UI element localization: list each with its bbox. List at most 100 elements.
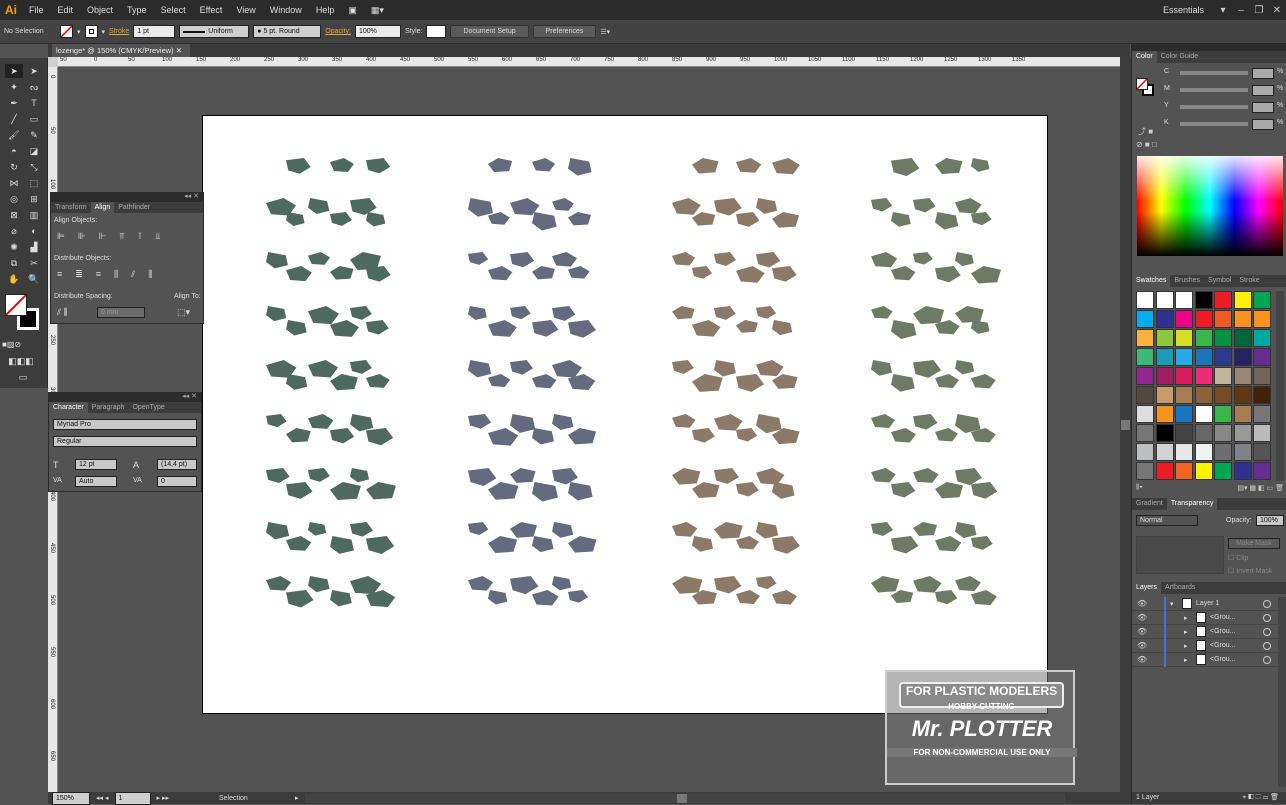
swatch[interactable] — [1136, 443, 1154, 461]
visibility-icon[interactable]: 👁 — [1137, 655, 1147, 664]
lozenge-shape[interactable] — [552, 360, 583, 378]
lozenge-shape[interactable] — [913, 414, 938, 430]
swatch[interactable] — [1175, 424, 1193, 442]
lozenge-shape[interactable] — [266, 522, 290, 540]
hand-tool-icon[interactable]: ✋ — [5, 272, 23, 286]
lozenge-shape[interactable] — [692, 482, 720, 499]
slice-tool-icon[interactable]: ✂ — [25, 256, 43, 270]
layers-footer-icons[interactable]: ⌖ ◧ ⬚ ▭ 🗑 — [1242, 792, 1279, 804]
group-name[interactable]: <Grou... — [1210, 614, 1235, 621]
tab-transform[interactable]: Transform — [51, 202, 91, 213]
lozenge-shape[interactable] — [871, 522, 894, 537]
lozenge-shape[interactable] — [308, 306, 340, 325]
target-icon[interactable] — [1263, 600, 1271, 608]
lozenge-shape[interactable] — [955, 252, 974, 267]
lozenge-shape[interactable] — [672, 360, 694, 374]
swatch[interactable] — [1253, 443, 1271, 461]
lozenge-shape[interactable] — [756, 522, 779, 539]
lozenge-shape[interactable] — [350, 414, 374, 432]
tab-artboards[interactable]: Artboards — [1161, 582, 1199, 594]
clip-checkbox[interactable]: ☐ Clip — [1228, 554, 1248, 562]
lozenge-shape[interactable] — [286, 266, 312, 282]
swatch[interactable] — [1194, 405, 1213, 423]
swatch[interactable] — [1136, 291, 1154, 309]
lozenge-shape[interactable] — [488, 320, 517, 337]
swatch[interactable] — [1155, 367, 1174, 385]
lozenge-shape[interactable] — [366, 212, 386, 227]
lozenge-shape[interactable] — [772, 266, 797, 282]
lozenge-shape[interactable] — [350, 468, 370, 483]
make-mask-button[interactable]: Make Mask — [1228, 538, 1280, 549]
swatch[interactable] — [1194, 367, 1213, 385]
lozenge-shape[interactable] — [468, 468, 497, 487]
swatch[interactable] — [1214, 291, 1232, 309]
lozenge-shape[interactable] — [772, 320, 793, 336]
swatch[interactable] — [1136, 405, 1154, 423]
lozenge-shape[interactable] — [692, 212, 716, 226]
close-tab-icon[interactable]: ✕ — [176, 46, 182, 55]
lozenge-shape[interactable] — [308, 576, 330, 593]
lozenge-shape[interactable] — [714, 468, 739, 484]
swatch[interactable] — [1155, 310, 1174, 328]
lozenge-shape[interactable] — [935, 428, 958, 442]
lozenge-shape[interactable] — [772, 158, 800, 175]
artboard-tool-icon[interactable]: ⧉ — [5, 256, 23, 270]
spacing-field[interactable]: 0 mm — [97, 307, 145, 318]
lozenge-shape[interactable] — [366, 536, 395, 554]
direct-selection-tool-icon[interactable]: ➤ — [25, 64, 43, 78]
lozenge-shape[interactable] — [510, 414, 536, 433]
lozenge-shape[interactable] — [286, 374, 308, 390]
lozenge-shape[interactable] — [955, 522, 977, 539]
lozenge-shape[interactable] — [488, 536, 518, 553]
swatch[interactable] — [1194, 291, 1213, 309]
artboard-navigation[interactable]: 1 — [114, 791, 151, 805]
zoom-tool-icon[interactable]: 🔍 — [25, 272, 43, 286]
lozenge-shape[interactable] — [488, 590, 508, 605]
lozenge-shape[interactable] — [672, 522, 698, 537]
swatch[interactable] — [1253, 291, 1271, 309]
screen-mode-icon[interactable]: ▭ — [14, 370, 32, 384]
swatch[interactable] — [1233, 462, 1252, 480]
lozenge-shape[interactable] — [266, 414, 287, 428]
vertical-scrollbar[interactable] — [1120, 57, 1131, 792]
lozenge-shape[interactable] — [488, 482, 519, 500]
swatch[interactable] — [1214, 386, 1232, 404]
lozenge-shape[interactable] — [468, 252, 489, 265]
fill-swatch[interactable] — [60, 25, 73, 38]
tracking-field[interactable]: 0 — [157, 476, 197, 487]
layer-name[interactable]: Layer 1 — [1196, 600, 1219, 607]
expand-icon[interactable]: ▸ — [1184, 614, 1188, 622]
lozenge-shape[interactable] — [756, 576, 777, 590]
swatch[interactable] — [1136, 367, 1154, 385]
lozenge-shape[interactable] — [468, 306, 487, 321]
horizontal-ruler[interactable]: 50 0 50 100 150 200 250 300 350 400 450 500 550 600 65… — [58, 57, 1120, 67]
lozenge-shape[interactable] — [330, 374, 358, 391]
expand-icon[interactable]: ▾ — [1170, 600, 1174, 608]
lozenge-shape[interactable] — [714, 306, 736, 320]
lozenge-shape[interactable] — [308, 468, 330, 482]
lozenge-shape[interactable] — [286, 212, 305, 226]
group-name[interactable]: <Grou... — [1210, 642, 1235, 649]
swatch[interactable] — [1253, 310, 1271, 328]
paintbrush-icon[interactable]: 🖌 — [5, 128, 23, 142]
lozenge-shape[interactable] — [955, 414, 981, 434]
swatch[interactable] — [1155, 329, 1174, 347]
lozenge-shape[interactable] — [672, 198, 701, 215]
lozenge-artwork[interactable] — [203, 116, 1049, 715]
swatches-footer-icons[interactable]: ⫼▾ ▤▾ ▦ ◧ ▭ 🗑 — [1136, 484, 1284, 492]
tab-swatches[interactable]: Swatches — [1132, 275, 1171, 287]
gradient-tool-icon[interactable]: ▥ — [25, 208, 43, 222]
swatch[interactable] — [1214, 424, 1232, 442]
lozenge-shape[interactable] — [488, 428, 519, 446]
blob-brush-icon[interactable]: ◓ — [5, 144, 23, 158]
lozenge-shape[interactable] — [736, 590, 760, 604]
document-setup-button[interactable]: Document Setup — [450, 25, 529, 38]
close-icon[interactable]: ✕ — [1268, 5, 1286, 16]
swap-icon[interactable]: ⤴ ■ — [1138, 126, 1153, 137]
lozenge-shape[interactable] — [672, 414, 696, 428]
swatch[interactable] — [1194, 462, 1213, 480]
lozenge-shape[interactable] — [692, 266, 713, 279]
swatch[interactable] — [1175, 405, 1193, 423]
lozenge-shape[interactable] — [330, 158, 354, 172]
tab-pathfinder[interactable]: Pathfinder — [114, 202, 154, 213]
